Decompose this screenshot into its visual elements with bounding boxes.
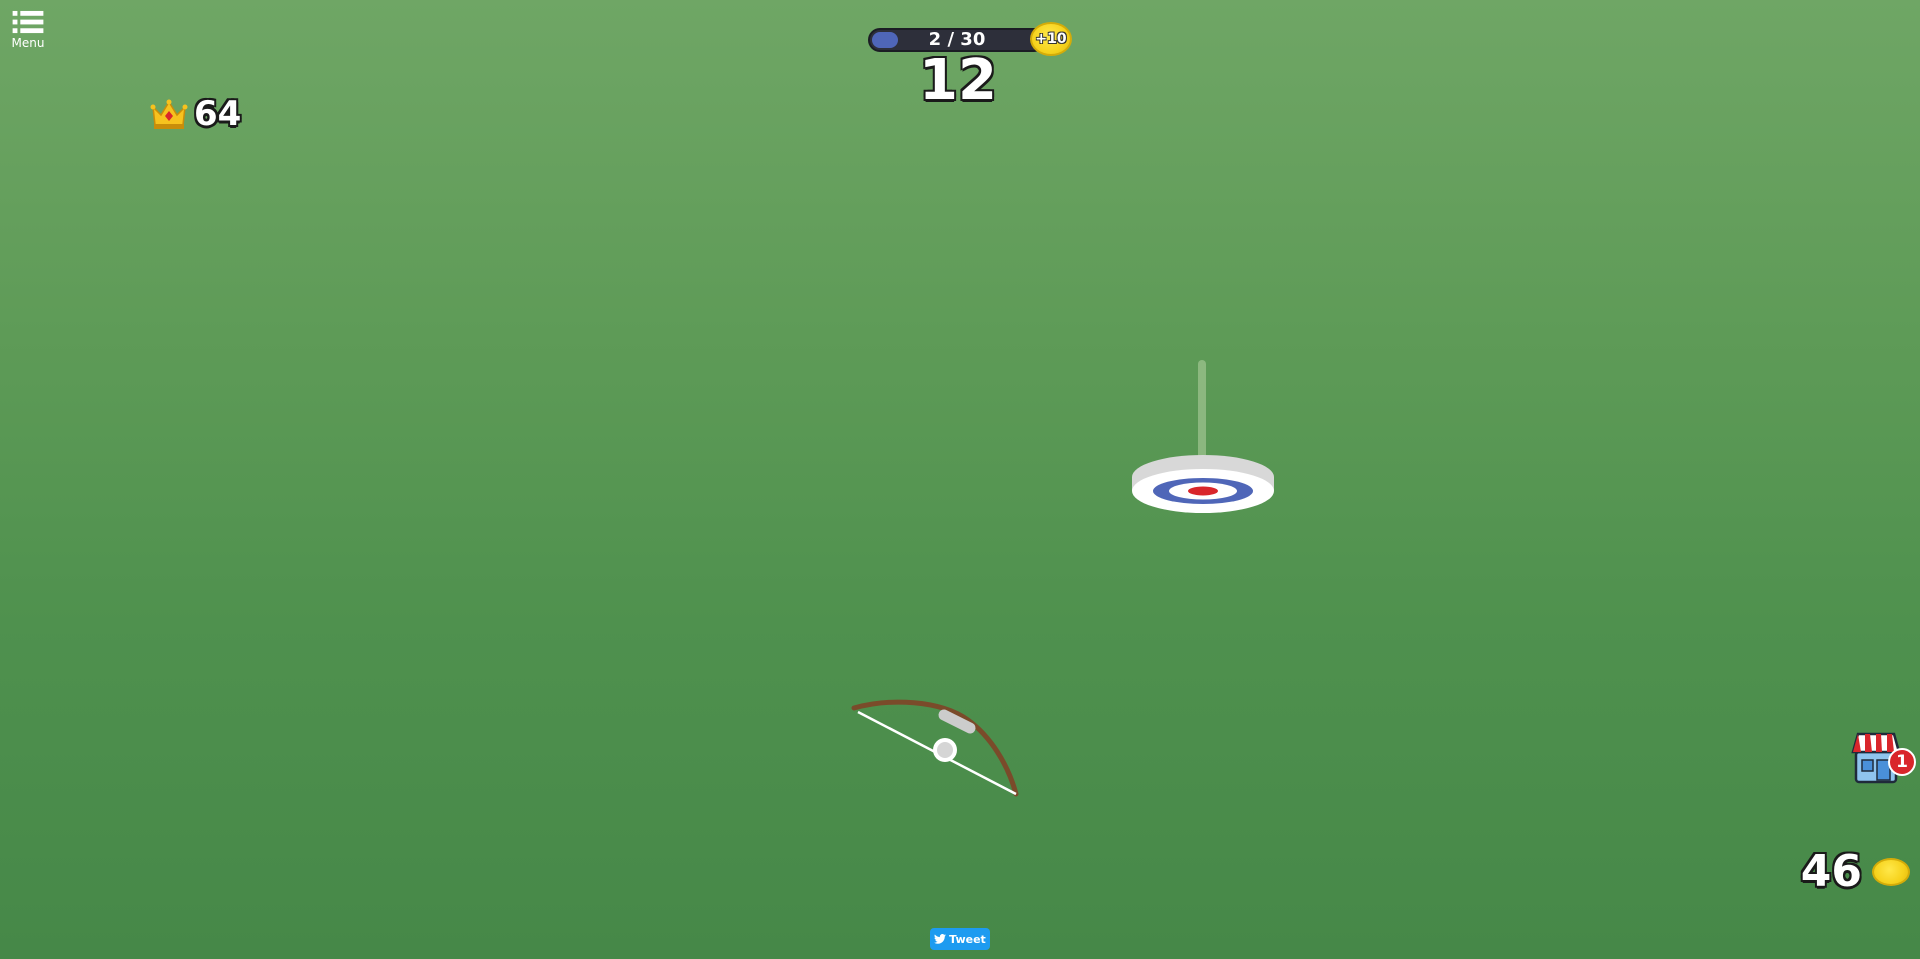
crown-icon: [150, 99, 188, 129]
menu-button[interactable]: Menu: [10, 10, 46, 50]
tweet-button[interactable]: Tweet: [930, 928, 990, 950]
reward-label: +10: [1035, 31, 1067, 47]
shop-notification-badge: 1: [1888, 748, 1916, 776]
best-score-value: 64: [194, 94, 242, 134]
bow-icon[interactable]: [840, 690, 1050, 800]
list-icon: [12, 10, 44, 34]
level-progress-text: 2 / 30: [928, 29, 986, 50]
game-stage[interactable]: Menu 64 2 / 30 +10 12 1 46 Tweet: [0, 0, 1920, 959]
menu-label: Menu: [11, 36, 45, 50]
shop-button[interactable]: 1: [1848, 730, 1916, 788]
twitter-bird-icon: [934, 934, 947, 944]
current-score: 12: [919, 48, 997, 113]
coin-icon: [1872, 857, 1910, 886]
coin-counter: 46: [1801, 846, 1910, 897]
best-score: 64: [150, 94, 241, 134]
coin-count: 46: [1800, 846, 1862, 897]
bullseye-target: [1132, 360, 1274, 513]
tweet-label: Tweet: [949, 932, 986, 946]
